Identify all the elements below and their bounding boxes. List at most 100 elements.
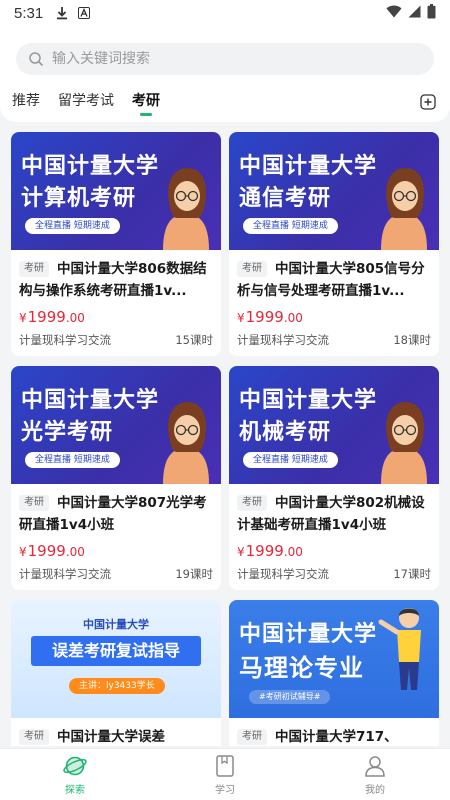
nav-label: 我的	[365, 785, 385, 796]
signal-icon	[408, 5, 421, 22]
tab-study-abroad-exam[interactable]: 留学考试	[58, 90, 114, 116]
price-decimal: .00	[283, 545, 303, 559]
banner-tag: 全程直播 短期速成	[25, 452, 120, 468]
banner-title-line2: 机械考研	[239, 420, 332, 445]
course-title: 考研 中国计量大学802机械设计基础考研直播1v4小班	[237, 492, 431, 536]
course-banner: 中国计量大学 马理论专业 #考研初试辅导#	[229, 600, 439, 718]
course-grid: 中国计量大学 计算机考研 全程直播 短期速成 考研 中国计量大学806数据结构与操…	[11, 132, 439, 746]
status-bar: 5:31	[0, 0, 450, 26]
banner-subtitle: 中国计量大学	[83, 618, 149, 631]
banner-title-line1: 中国计量大学	[21, 154, 160, 179]
category-tabs: 推荐 留学考试 考研	[12, 90, 178, 118]
student-illustration	[378, 608, 421, 690]
course-lessons: 15课时	[175, 333, 213, 347]
course-title: 考研 中国计量大学806数据结构与操作系统考研直播1v...	[19, 258, 213, 302]
banner-tag: #考研初试辅导#	[249, 690, 331, 704]
banner-tag: 全程直播 短期速成	[25, 218, 120, 234]
banner-lecturer: 主讲：ly3433学长	[69, 678, 165, 694]
nav-label: 学习	[215, 785, 235, 796]
course-banner: 中国计量大学 误差考研复试指导 主讲：ly3433学长	[11, 600, 221, 718]
bottom-nav: 探索 学习 我的	[0, 748, 450, 800]
nav-mine[interactable]: 我的	[300, 749, 450, 800]
course-price: ¥1999.00	[19, 308, 213, 330]
price-integer: 1999	[245, 308, 284, 326]
course-title-text: 中国计量大学717、	[275, 729, 398, 745]
category-badge: 考研	[237, 495, 267, 511]
header: 推荐 留学考试 考研	[0, 26, 450, 122]
course-price: ¥1999.00	[19, 542, 213, 564]
nav-explore[interactable]: 探索	[0, 749, 150, 800]
price-integer: 1999	[27, 542, 66, 560]
tab-recommend[interactable]: 推荐	[12, 90, 40, 116]
price-currency: ¥	[19, 545, 27, 559]
course-card[interactable]: 中国计量大学 光学考研 全程直播 短期速成 考研 中国计量大学807光学考研直播1…	[11, 366, 221, 590]
add-tab-icon[interactable]	[420, 94, 436, 110]
category-badge: 考研	[19, 495, 49, 511]
price-currency: ¥	[237, 545, 245, 559]
course-provider: 计量现科学习交流	[19, 567, 111, 581]
planet-icon	[62, 753, 88, 779]
nav-label: 探索	[65, 785, 85, 796]
banner-title-line1: 中国计量大学	[21, 388, 160, 413]
status-time: 5:31	[14, 4, 44, 22]
course-card[interactable]: 中国计量大学 机械考研 全程直播 短期速成 考研 中国计量大学802机械设计基础考…	[229, 366, 439, 590]
course-lessons: 17课时	[393, 567, 431, 581]
course-title: 考研 中国计量大学805信号分析与信号处理考研直播1v...	[237, 258, 431, 302]
teacher-illustration	[163, 168, 209, 250]
text-a-icon	[77, 6, 91, 20]
category-badge: 考研	[237, 729, 267, 745]
course-provider: 计量现科学习交流	[19, 333, 111, 347]
banner-title-line2: 光学考研	[21, 420, 114, 445]
banner-headline: 误差考研复试指导	[31, 636, 201, 666]
course-card[interactable]: 中国计量大学 误差考研复试指导 主讲：ly3433学长 考研 中国计量大学误差	[11, 600, 221, 746]
price-currency: ¥	[237, 311, 245, 325]
teacher-illustration	[381, 168, 427, 250]
price-integer: 1999	[245, 542, 284, 560]
category-badge: 考研	[19, 261, 49, 277]
teacher-illustration	[163, 402, 209, 484]
course-title: 考研 中国计量大学717、	[237, 726, 431, 746]
banner-tag: 全程直播 短期速成	[243, 452, 338, 468]
nav-study[interactable]: 学习	[150, 749, 300, 800]
wifi-icon	[386, 5, 402, 22]
search-input[interactable]	[52, 51, 392, 67]
price-decimal: .00	[65, 545, 85, 559]
book-icon	[212, 753, 238, 779]
course-banner: 中国计量大学 机械考研 全程直播 短期速成	[229, 366, 439, 484]
course-card[interactable]: 中国计量大学 计算机考研 全程直播 短期速成 考研 中国计量大学806数据结构与操…	[11, 132, 221, 356]
battery-icon	[427, 3, 436, 23]
banner-title-line2: 马理论专业	[239, 654, 364, 682]
course-price: ¥1999.00	[237, 308, 431, 330]
course-provider: 计量现科学习交流	[237, 333, 329, 347]
price-decimal: .00	[65, 311, 85, 325]
price-currency: ¥	[19, 311, 27, 325]
teacher-illustration	[381, 402, 427, 484]
course-lessons: 18课时	[393, 333, 431, 347]
tab-postgraduate-exam[interactable]: 考研	[132, 90, 160, 116]
banner-title-line2: 计算机考研	[21, 186, 137, 211]
banner-title-line1: 中国计量大学	[239, 388, 378, 413]
banner-title-line1: 中国计量大学	[239, 154, 378, 179]
course-title: 考研 中国计量大学807光学考研直播1v4小班	[19, 492, 213, 536]
download-icon	[55, 6, 69, 20]
person-icon	[362, 753, 388, 779]
course-title: 考研 中国计量大学误差	[19, 726, 213, 746]
banner-title-line2: 通信考研	[239, 186, 332, 211]
course-banner: 中国计量大学 光学考研 全程直播 短期速成	[11, 366, 221, 484]
search-icon	[28, 51, 44, 67]
course-banner: 中国计量大学 计算机考研 全程直播 短期速成	[11, 132, 221, 250]
banner-title-line1: 中国计量大学	[239, 622, 378, 647]
course-banner: 中国计量大学 通信考研 全程直播 短期速成	[229, 132, 439, 250]
banner-tag: 全程直播 短期速成	[243, 218, 338, 234]
course-card[interactable]: 中国计量大学 通信考研 全程直播 短期速成 考研 中国计量大学805信号分析与信号…	[229, 132, 439, 356]
category-badge: 考研	[237, 261, 267, 277]
search-bar[interactable]	[16, 43, 434, 75]
price-decimal: .00	[283, 311, 303, 325]
category-badge: 考研	[19, 729, 49, 745]
course-provider: 计量现科学习交流	[237, 567, 329, 581]
course-price: ¥1999.00	[237, 542, 431, 564]
course-title-text: 中国计量大学误差	[57, 729, 165, 745]
price-integer: 1999	[27, 308, 66, 326]
course-lessons: 19课时	[175, 567, 213, 581]
course-card[interactable]: 中国计量大学 马理论专业 #考研初试辅导# 考研 中国计量大学717、	[229, 600, 439, 746]
